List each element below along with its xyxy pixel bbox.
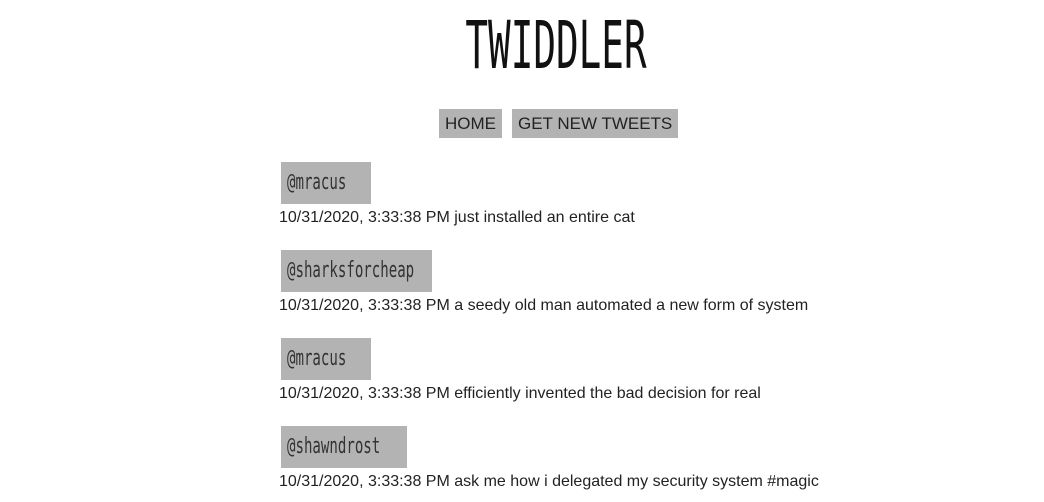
- tweet-message: a seedy old man automated a new form of …: [454, 297, 809, 314]
- tweet-timestamp: 10/31/2020, 3:33:38 PM: [279, 385, 450, 402]
- site-title: TWIDDLER: [465, 7, 647, 84]
- nav-bar: HOME GET NEW TWEETS: [439, 109, 679, 138]
- tweet-item: @shawndrost 10/31/2020, 3:33:38 PM ask m…: [279, 426, 819, 493]
- tweet-item: @sharksforcheap 10/31/2020, 3:33:38 PM a…: [279, 250, 808, 317]
- username-button[interactable]: @shawndrost: [281, 426, 407, 468]
- tweet-item: @mracus 10/31/2020, 3:33:38 PM just inst…: [279, 162, 635, 229]
- tweet-timestamp: 10/31/2020, 3:33:38 PM: [279, 297, 450, 314]
- username-button[interactable]: @mracus: [281, 338, 371, 380]
- tweet-line: 10/31/2020, 3:33:38 PM efficiently inven…: [279, 383, 761, 405]
- username-button[interactable]: @mracus: [281, 162, 371, 204]
- tweet-message: efficiently invented the bad decision fo…: [454, 385, 761, 402]
- username-label: @sharksforcheap: [287, 258, 415, 283]
- tweet-line: 10/31/2020, 3:33:38 PM ask me how i dele…: [279, 471, 819, 493]
- username-label: @mracus: [287, 346, 347, 371]
- tweet-line: 10/31/2020, 3:33:38 PM just installed an…: [279, 207, 635, 229]
- tweet-message: just installed an entire cat: [454, 209, 635, 226]
- tweet-item: @mracus 10/31/2020, 3:33:38 PM efficient…: [279, 338, 761, 405]
- page: TWIDDLER HOME GET NEW TWEETS @mracus 10/…: [0, 0, 1044, 502]
- tweet-line: 10/31/2020, 3:33:38 PM a seedy old man a…: [279, 295, 808, 317]
- get-new-tweets-button[interactable]: GET NEW TWEETS: [512, 109, 679, 138]
- tweet-timestamp: 10/31/2020, 3:33:38 PM: [279, 473, 450, 490]
- username-button[interactable]: @sharksforcheap: [281, 250, 432, 292]
- username-label: @shawndrost: [287, 434, 381, 459]
- tweet-message: ask me how i delegated my security syste…: [454, 473, 819, 490]
- username-label: @mracus: [287, 170, 347, 195]
- tweet-timestamp: 10/31/2020, 3:33:38 PM: [279, 209, 450, 226]
- home-button[interactable]: HOME: [439, 109, 502, 138]
